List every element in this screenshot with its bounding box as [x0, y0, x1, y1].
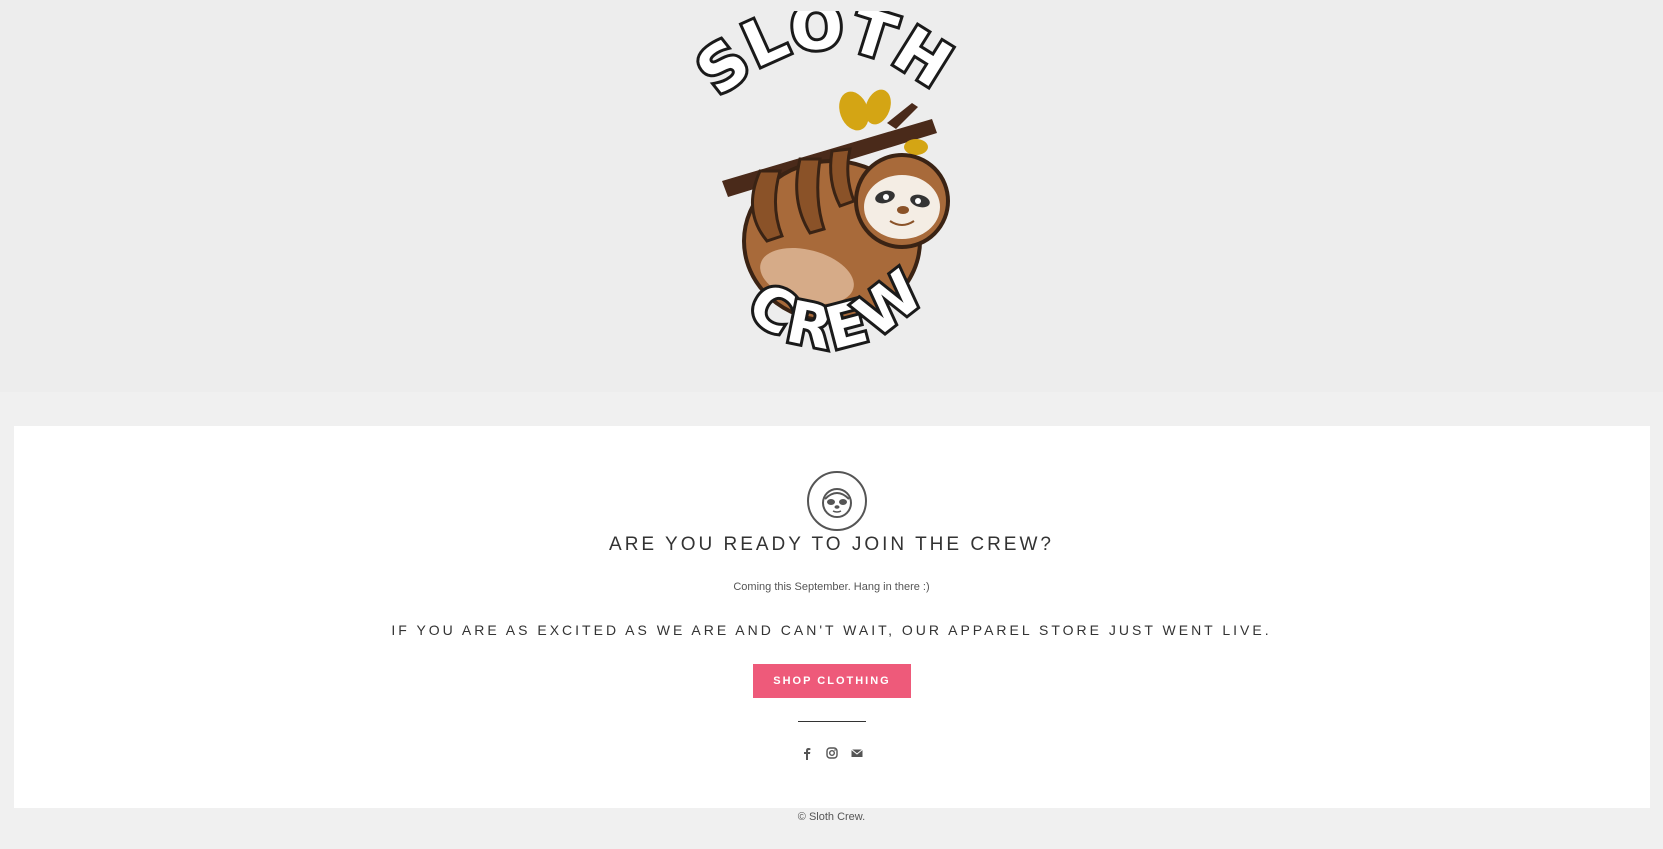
facebook-icon[interactable]	[800, 746, 814, 760]
store-live-text: IF YOU ARE AS EXCITED AS WE ARE AND CAN'…	[391, 622, 1272, 638]
sloth-crew-logo-graphic: SLOTH CREW	[682, 11, 967, 367]
envelope-icon[interactable]	[850, 746, 864, 760]
shop-clothing-button[interactable]: SHOP CLOTHING	[753, 664, 911, 698]
page-title: ARE YOU READY TO JOIN THE CREW?	[609, 534, 1054, 555]
sloth-face-icon	[807, 471, 867, 531]
instagram-icon[interactable]	[825, 746, 839, 760]
social-links	[800, 745, 864, 761]
copyright-footer: © Sloth Crew.	[797, 811, 866, 823]
hero-banner: SLOTH CREW	[0, 0, 1663, 392]
divider	[798, 721, 866, 722]
coming-soon-text: Coming this September. Hang in there :)	[733, 581, 930, 593]
sloth-crew-logo: SLOTH CREW	[682, 11, 982, 381]
svg-text:SLOTH: SLOTH	[682, 11, 965, 109]
